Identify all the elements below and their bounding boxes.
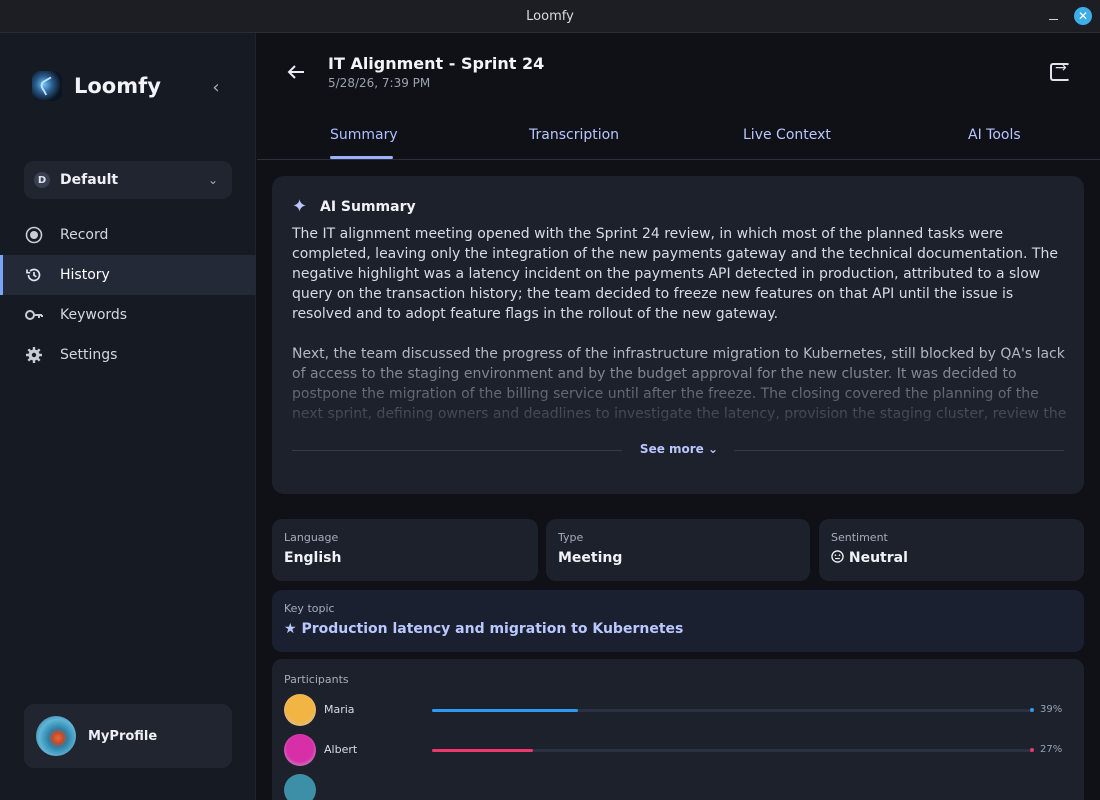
neutral-face-icon	[831, 550, 849, 566]
participant-row: Albert 27%	[284, 734, 1074, 766]
minimize-button[interactable]	[1046, 9, 1060, 23]
ai-summary-card: ✦ AI Summary The IT alignment meeting op…	[272, 176, 1084, 494]
export-icon[interactable]	[1050, 60, 1070, 81]
workspace-badge: D	[34, 172, 50, 188]
summary-paragraph: The IT alignment meeting opened with the…	[292, 226, 1058, 322]
talk-share-bar	[432, 748, 1034, 752]
active-tab-indicator	[330, 156, 393, 159]
avatar	[284, 734, 316, 766]
loomfy-logo-icon	[32, 71, 62, 101]
profile-name: MyProfile	[88, 728, 158, 744]
tab-live-context[interactable]: Live Context	[743, 127, 831, 143]
sidebar-item-settings[interactable]: Settings	[0, 335, 256, 375]
avatar	[284, 774, 316, 800]
participant-name: Maria	[324, 703, 355, 716]
type-label: Type	[558, 531, 584, 544]
divider	[734, 450, 1064, 451]
sidebar-item-label: History	[60, 267, 110, 283]
talk-share-fill	[432, 709, 578, 712]
sidebar-item-label: Settings	[60, 347, 118, 363]
back-button[interactable]	[285, 61, 307, 83]
key-topic-value: Production latency and migration to Kube…	[301, 621, 684, 637]
sidebar-nav: Record History Keywords Settings	[0, 215, 256, 375]
sentiment-value: Neutral	[848, 550, 908, 566]
key-topic-label: Key topic	[284, 602, 335, 615]
language-value: English	[284, 550, 342, 566]
sidebar-item-label: Record	[60, 227, 109, 243]
sidebar-item-keywords[interactable]: Keywords	[0, 295, 256, 335]
talk-share-fill	[432, 749, 533, 752]
history-icon	[24, 265, 44, 285]
summary-title: AI Summary	[320, 199, 416, 215]
sidebar: Loomfy ‹ D Default ⌄ Record History Keyw…	[0, 33, 256, 800]
gear-icon	[24, 345, 44, 365]
chevron-left-icon: ‹	[212, 76, 220, 98]
record-icon	[24, 225, 44, 245]
participant-percent: 27%	[1040, 744, 1063, 755]
chevron-down-icon: ⌄	[207, 173, 218, 187]
type-card: Type Meeting	[546, 519, 810, 581]
key-topic-row: ★ Production latency and migration to Ku…	[284, 621, 1072, 637]
avatar	[284, 694, 316, 726]
sentiment-label: Sentiment	[831, 531, 888, 544]
page-title: IT Alignment - Sprint 24	[328, 54, 545, 73]
see-more-button[interactable]: See more ⌄	[639, 442, 719, 456]
sparkle-icon: ✦	[292, 196, 308, 217]
profile-button[interactable]: MyProfile	[24, 704, 232, 768]
participant-row: Maria 39%	[284, 694, 1074, 726]
participants-label: Participants	[284, 673, 349, 686]
summary-text: The IT alignment meeting opened with the…	[292, 224, 1068, 422]
sidebar-item-label: Keywords	[60, 307, 128, 323]
minimize-icon	[1048, 18, 1058, 20]
workspace-label: Default	[60, 172, 119, 188]
participants-card: Participants Maria 39% Albert 27%	[272, 659, 1084, 800]
arrow-left-icon	[287, 65, 304, 79]
meeting-date: 5/28/26, 7:39 PM	[328, 76, 431, 90]
workspace-selector[interactable]: D Default ⌄	[24, 161, 232, 199]
close-icon: ✕	[1077, 9, 1089, 23]
collapse-sidebar-button[interactable]: ‹	[206, 76, 226, 98]
avatar	[36, 716, 76, 756]
summary-paragraph: Next, the team discussed the progress of…	[292, 346, 1067, 422]
participant-percent: 39%	[1040, 704, 1063, 715]
tab-transcription[interactable]: Transcription	[529, 127, 619, 143]
type-value: Meeting	[558, 550, 623, 566]
brand-name: Loomfy	[74, 74, 161, 98]
brand: Loomfy	[32, 71, 161, 101]
participant-row	[284, 774, 1074, 800]
window-titlebar: Loomfy ✕	[0, 0, 1100, 33]
star-icon: ★	[284, 621, 297, 637]
divider	[292, 450, 622, 451]
main-content: IT Alignment - Sprint 24 5/28/26, 7:39 P…	[257, 33, 1100, 800]
key-topic-card: Key topic ★ Production latency and migra…	[272, 590, 1084, 652]
participant-name: Albert	[324, 743, 358, 756]
see-more-row: See more ⌄	[292, 442, 1064, 458]
talk-share-dot	[1030, 708, 1034, 712]
sentiment-value-row: Neutral	[831, 550, 1072, 566]
tab-bar: Summary Transcription Live Context AI To…	[257, 115, 1100, 160]
talk-share-bar	[432, 708, 1034, 712]
window-title: Loomfy	[526, 8, 574, 24]
talk-share-dot	[1030, 748, 1034, 752]
close-button[interactable]: ✕	[1074, 7, 1092, 25]
language-label: Language	[284, 531, 339, 544]
sidebar-item-history[interactable]: History	[0, 255, 256, 295]
sentiment-card: Sentiment Neutral	[819, 519, 1084, 581]
see-more-label: See more	[639, 442, 704, 456]
tab-ai-tools[interactable]: AI Tools	[968, 127, 1021, 143]
key-icon	[24, 305, 44, 325]
language-card: Language English	[272, 519, 538, 581]
chevron-down-icon: ⌄	[708, 442, 719, 456]
tab-summary[interactable]: Summary	[330, 127, 398, 143]
sidebar-item-record[interactable]: Record	[0, 215, 256, 255]
